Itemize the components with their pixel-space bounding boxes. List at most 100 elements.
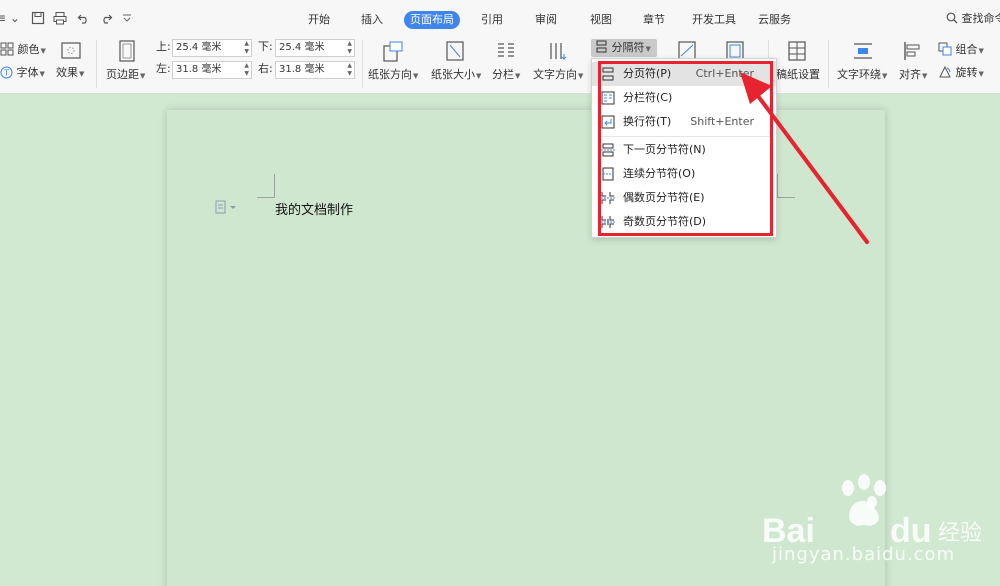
breaks-label: 分隔符	[611, 41, 645, 54]
save-icon[interactable]	[31, 11, 45, 25]
effects-label: 效果	[56, 66, 78, 79]
font-button[interactable]: T 字体▼	[0, 65, 45, 81]
font-theme-icon: T	[0, 66, 13, 79]
margin-top-input[interactable]: 25.4 毫米 ▲ ▼	[172, 39, 252, 57]
baidu-watermark: Bai du 经验 jingyan.baidu.com	[760, 470, 1000, 586]
columns-button[interactable]: 分栏▼	[492, 68, 520, 82]
chevron-down-icon: ▼	[515, 72, 521, 80]
paper-size-icon[interactable]	[444, 40, 466, 62]
spin-arrows-icon[interactable]: ▲ ▼	[347, 62, 352, 78]
font-label: 字体	[16, 66, 39, 79]
even-page-section-icon	[601, 192, 615, 204]
chevron-down-icon: ▼	[978, 47, 984, 55]
wrap-text-icon[interactable]	[852, 40, 874, 62]
margin-right-input[interactable]: 31.8 毫米 ▲ ▼	[275, 61, 355, 79]
menu-item-label: 分栏符(C)	[623, 91, 673, 104]
rotate-icon	[939, 65, 951, 78]
chevron-down-icon: ▼	[79, 70, 85, 78]
line-break-icon	[601, 115, 615, 129]
tab-references[interactable]: 引用	[481, 11, 503, 29]
spin-arrows-icon[interactable]: ▲ ▼	[244, 62, 249, 78]
tab-chapter[interactable]: 章节	[643, 11, 665, 29]
customize-icon[interactable]	[122, 11, 132, 25]
spin-arrows-icon[interactable]: ▲ ▼	[347, 40, 352, 56]
document-text[interactable]: 我的文档制作	[275, 199, 353, 218]
orientation-button[interactable]: 纸张方向▼	[368, 68, 418, 82]
chevron-down-icon: ▼	[978, 70, 984, 78]
columns-icon[interactable]	[495, 40, 517, 62]
menu-item-label: 下一页分节符(N)	[623, 143, 706, 156]
margins-icon[interactable]	[116, 40, 138, 62]
command-search[interactable]: 查找命令	[946, 11, 1000, 27]
group-icon	[938, 42, 952, 56]
title-bar: ≡ ⌄ 开始 插入 页面布局 引用 审阅 视图 章节 开发工具 云服务 查找命令	[0, 0, 1000, 36]
chevron-down-icon: ▼	[882, 72, 888, 80]
paragraph-layout-icon[interactable]	[215, 200, 237, 214]
rotate-button[interactable]: 旋转▼	[938, 65, 984, 81]
chevron-down-icon: ▼	[476, 72, 482, 80]
tab-home[interactable]: 开始	[308, 11, 330, 29]
text-direction-button[interactable]: 文字方向▼	[533, 68, 583, 82]
tab-insert[interactable]: 插入	[361, 11, 383, 29]
margin-right-value: 31.8 毫米	[279, 64, 325, 75]
effects-icon[interactable]	[60, 40, 82, 62]
chevron-down-icon: ▼	[39, 70, 45, 78]
margin-top-value: 25.4 毫米	[176, 42, 222, 53]
chevron-down-icon: ▼	[578, 72, 584, 80]
manuscript-icon[interactable]	[786, 40, 808, 62]
menu-item-label: 奇数页分节符(D)	[623, 215, 707, 228]
svg-text:T: T	[3, 69, 9, 78]
text-direction-icon[interactable]	[546, 40, 568, 62]
margin-bottom-input[interactable]: 25.4 毫米 ▲ ▼	[275, 39, 355, 57]
watermark-url: jingyan.baidu.com	[772, 544, 956, 565]
redo-icon[interactable]	[99, 11, 113, 25]
page-break-icon	[602, 67, 614, 81]
margin-left-label: 左:	[156, 62, 171, 75]
menu-item-label: 连续分节符(O)	[623, 167, 696, 180]
column-break-icon	[601, 91, 615, 105]
tab-cloud-services[interactable]: 云服务	[758, 11, 791, 29]
paper-size-button[interactable]: 纸张大小▼	[431, 68, 481, 82]
margin-right-label: 右:	[258, 62, 273, 75]
rotate-label: 旋转	[955, 66, 978, 79]
text-direction-label: 文字方向	[533, 68, 577, 81]
align-button[interactable]: 对齐▼	[899, 68, 927, 82]
align-label: 对齐	[899, 68, 921, 81]
group-button[interactable]: 组合▼	[938, 42, 984, 58]
print-icon[interactable]	[53, 11, 67, 25]
chevron-down-icon: ▼	[40, 47, 46, 55]
orientation-icon[interactable]	[382, 40, 404, 62]
tab-review[interactable]: 审阅	[535, 11, 557, 29]
align-icon[interactable]	[902, 40, 924, 62]
color-button[interactable]: 颜色▼	[0, 42, 46, 58]
columns-label: 分栏	[492, 68, 514, 81]
baidu-logo-icon: Bai du 经验	[762, 474, 982, 550]
continuous-section-icon	[602, 167, 614, 181]
breaks-icon	[596, 40, 607, 53]
search-label: 查找命令	[961, 12, 1000, 25]
margin-left-input[interactable]: 31.8 毫米 ▲ ▼	[172, 61, 252, 79]
search-icon	[946, 12, 958, 24]
chevron-down-icon: ▼	[645, 45, 651, 53]
margin-top-label: 上:	[156, 40, 171, 53]
margin-bottom-value: 25.4 毫米	[279, 42, 325, 53]
divider	[362, 40, 363, 88]
divider	[96, 40, 97, 88]
spin-arrows-icon[interactable]: ▲ ▼	[244, 40, 249, 56]
effects-button[interactable]: 效果▼	[56, 65, 84, 81]
margins-label: 页边距	[106, 68, 139, 81]
svg-text:经验: 经验	[938, 521, 982, 546]
margins-button[interactable]: 页边距▼	[106, 68, 145, 82]
tab-page-layout[interactable]: 页面布局	[404, 11, 460, 29]
menu-item-label: 分页符(P)	[623, 67, 672, 80]
odd-page-section-icon	[601, 216, 615, 228]
menu-icon[interactable]: ≡ ⌄	[0, 11, 20, 25]
breaks-button[interactable]: 分隔符▼	[591, 39, 657, 57]
tab-view[interactable]: 视图	[590, 11, 612, 29]
undo-icon[interactable]	[77, 11, 91, 25]
chevron-down-icon: ▼	[922, 72, 928, 80]
color-label: 颜色	[17, 43, 40, 56]
tab-developer[interactable]: 开发工具	[692, 11, 736, 29]
group-label: 组合	[955, 43, 978, 56]
margin-corner-mark	[257, 174, 275, 198]
